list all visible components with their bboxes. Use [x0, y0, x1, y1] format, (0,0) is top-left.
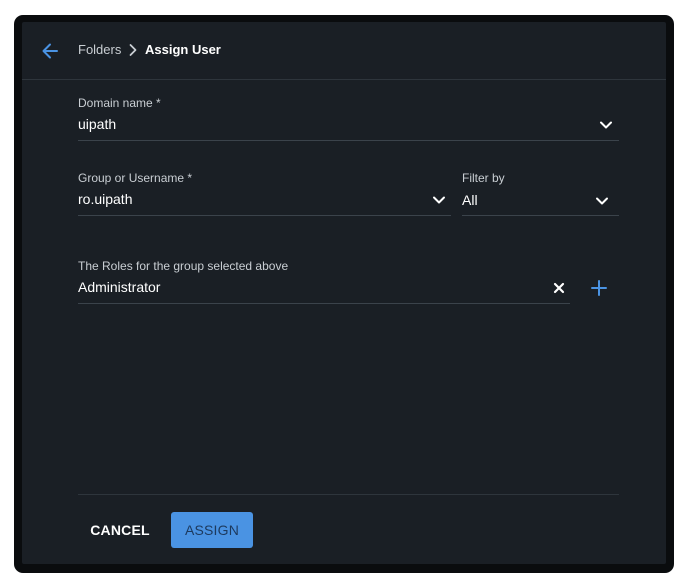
back-button[interactable] — [36, 37, 64, 65]
roles-underline — [78, 303, 570, 304]
dialog-header: Folders Assign User — [22, 22, 666, 80]
filter-by-underline — [462, 215, 619, 216]
arrow-left-icon — [42, 43, 58, 59]
chevron-down-icon[interactable] — [431, 192, 447, 208]
assign-user-dialog: Folders Assign User Domain name * uipath… — [22, 22, 666, 564]
close-icon — [553, 282, 565, 294]
breadcrumb-folders-link[interactable]: Folders — [78, 42, 121, 58]
filter-by-label: Filter by — [462, 171, 505, 185]
roles-input[interactable]: Administrator — [78, 278, 160, 296]
roles-label: The Roles for the group selected above — [78, 259, 289, 273]
footer-divider — [78, 494, 619, 495]
chevron-down-icon[interactable] — [598, 117, 614, 133]
chevron-down-icon[interactable] — [594, 193, 610, 209]
clear-roles-button[interactable] — [549, 278, 569, 298]
plus-icon — [591, 280, 607, 296]
domain-name-select[interactable]: uipath — [78, 115, 116, 133]
chevron-right-icon — [129, 44, 137, 56]
cancel-button[interactable]: CANCEL — [80, 513, 160, 547]
group-username-select[interactable]: ro.uipath — [78, 190, 132, 208]
group-username-underline — [78, 215, 451, 216]
group-username-label: Group or Username * — [78, 171, 193, 185]
breadcrumb-current: Assign User — [145, 42, 221, 57]
add-role-button[interactable] — [589, 278, 609, 298]
domain-name-underline — [78, 140, 619, 141]
domain-name-label: Domain name * — [78, 96, 161, 110]
assign-button[interactable]: ASSIGN — [171, 512, 253, 548]
filter-by-select[interactable]: All — [462, 191, 478, 209]
